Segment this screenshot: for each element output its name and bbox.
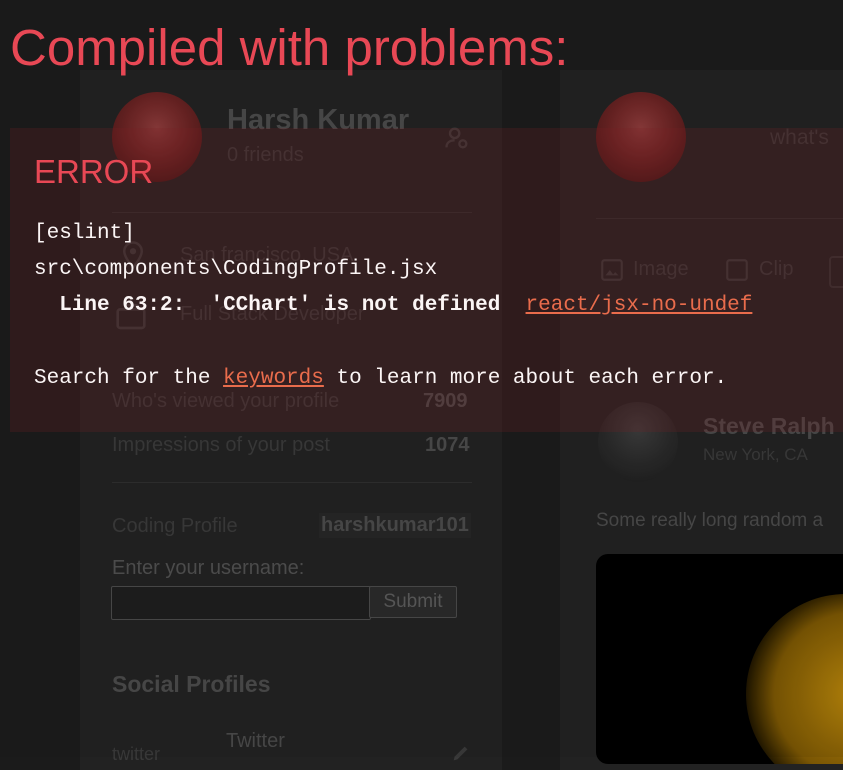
hint-prefix: Search for the bbox=[34, 367, 211, 390]
error-file: src\components\CodingProfile.jsx bbox=[34, 258, 438, 281]
rule-link[interactable]: react/jsx-no-undef bbox=[526, 294, 753, 317]
error-line-label: Line 63:2: bbox=[59, 294, 186, 317]
error-hint: Search for the keywords to learn more ab… bbox=[34, 367, 727, 390]
error-line: Line 63:2: 'CChart' is not defined react… bbox=[34, 294, 752, 317]
hint-suffix: to learn more about each error. bbox=[336, 367, 728, 390]
error-heading: ERROR bbox=[34, 153, 154, 190]
error-message: 'CChart' is not defined bbox=[210, 294, 501, 317]
compile-status-title: Compiled with problems: bbox=[10, 19, 569, 76]
keywords-link[interactable]: keywords bbox=[223, 367, 324, 390]
error-tool: [eslint] bbox=[34, 222, 135, 245]
